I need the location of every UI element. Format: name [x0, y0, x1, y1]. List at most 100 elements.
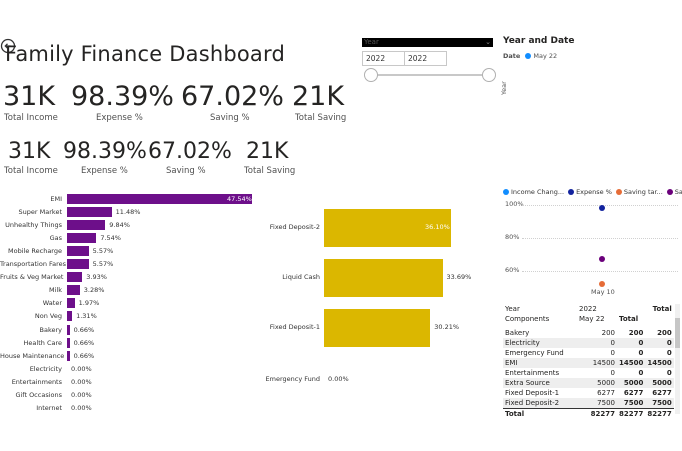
legend-item[interactable]: Saving %: [666, 188, 682, 196]
kpi-expense-value: 98.39%: [71, 81, 174, 112]
slicer-start-input[interactable]: 2022: [362, 51, 405, 66]
bar-value-label: 1.31%: [76, 312, 97, 321]
kpi-total-saving-value: 21K: [292, 81, 345, 112]
savings-value-label: 30.21%: [434, 323, 460, 331]
bar-value-label: 0.66%: [73, 351, 95, 360]
matrix-total-row: Total 82277 82277 82277: [503, 408, 674, 420]
matrix-scrollbar[interactable]: [675, 304, 680, 414]
year-slicer-label: Year: [364, 38, 379, 46]
expense-bar[interactable]: [67, 259, 89, 270]
bar-category-label: Non Veg: [34, 312, 62, 321]
bar-value-label: 0.66%: [73, 325, 95, 334]
cell: 6277: [623, 389, 644, 397]
cell: 14500: [617, 358, 646, 368]
legend-dot-icon: [615, 189, 622, 195]
matrix-header-subtotal: Total: [619, 315, 639, 323]
table-row: Electricity 0 0 0: [503, 338, 674, 348]
slicer-end-input[interactable]: 2022: [404, 51, 447, 66]
expense-bar[interactable]: [67, 298, 75, 309]
row-label: Fixed Deposit-1: [505, 389, 560, 397]
matrix-header-2022[interactable]: 2022: [571, 304, 617, 314]
expense-bar[interactable]: [67, 207, 112, 218]
bar-category-label: Internet: [36, 403, 62, 412]
kpi2-expense-value: 98.39%: [63, 139, 147, 164]
bar-value-label: 0.00%: [71, 377, 92, 386]
slicer-start-handle[interactable]: [364, 68, 378, 82]
cell: 0: [638, 369, 644, 377]
cell: 82277: [647, 410, 672, 418]
bar-category-label: Super Market: [18, 208, 62, 217]
kpi-saving-value: 67.02%: [181, 81, 284, 112]
data-point[interactable]: [599, 256, 605, 263]
bar-category-label: Bakery: [39, 325, 63, 334]
expense-bar[interactable]: [67, 285, 80, 296]
expense-bar[interactable]: [67, 246, 89, 257]
expense-bar[interactable]: [67, 311, 73, 322]
data-point[interactable]: [599, 204, 605, 211]
savings-category-label: Emergency Fund: [265, 375, 320, 383]
bar-value-label: 5.57%: [92, 260, 114, 269]
legend-dot-icon: [666, 189, 673, 195]
expense-bar[interactable]: [67, 220, 106, 231]
cell: 200: [657, 329, 672, 337]
savings-bar[interactable]: [324, 259, 443, 297]
expense-bar[interactable]: [67, 324, 70, 335]
cell: 5000: [617, 378, 646, 388]
slicer-slider-track[interactable]: [370, 74, 489, 76]
bar-category-label: Transportation Fares: [0, 260, 67, 269]
chevron-down-icon[interactable]: ⌄: [485, 38, 491, 47]
cell: 0: [666, 349, 672, 357]
matrix-header-row: Year 2022 Total: [503, 304, 674, 314]
matrix-header-may22[interactable]: May 22: [571, 314, 617, 324]
legend-item[interactable]: Income Chang...: [503, 188, 564, 196]
table-row: Fixed Deposit-1 6277 6277 6277: [503, 388, 674, 398]
expense-bar[interactable]: [67, 350, 70, 361]
cell: 6277: [597, 389, 615, 397]
kpi2-total-saving-value: 21K: [246, 139, 289, 164]
total-label: Total: [505, 410, 525, 418]
bar-category-label: Unhealthy Things: [5, 221, 62, 230]
bar-category-label: Mobile Recharge: [8, 247, 62, 256]
cell: 200: [628, 329, 644, 337]
savings-bar[interactable]: [324, 309, 431, 347]
savings-value-label: 0.00%: [328, 375, 349, 383]
expense-bar[interactable]: [67, 337, 70, 348]
bar-value-label: 9.84%: [109, 221, 130, 230]
savings-category-label: Fixed Deposit-1: [269, 323, 320, 331]
expense-bar[interactable]: [67, 272, 83, 283]
kpi2-total-saving-label: Total Saving: [244, 166, 296, 176]
cell: 7500: [645, 398, 674, 409]
expense-bar[interactable]: [67, 233, 97, 244]
table-row: Extra Source 5000 5000 5000: [503, 378, 674, 388]
savings-category-label: Fixed Deposit-2: [269, 223, 320, 231]
legend-dot-icon: [568, 189, 575, 195]
scrollbar-thumb[interactable]: [675, 318, 680, 348]
cell: 200: [601, 329, 615, 337]
bar-value-label: 0.66%: [73, 338, 95, 347]
year-date-legend-item[interactable]: May 22: [533, 52, 557, 60]
kpi2-saving-value: 67.02%: [148, 139, 232, 164]
year-slicer-header[interactable]: Year ⌄: [362, 38, 493, 47]
expense-bar[interactable]: [67, 194, 252, 204]
savings-category-label: Liquid Cash: [282, 273, 320, 281]
slicer-end-handle[interactable]: [482, 68, 496, 82]
data-point[interactable]: [599, 281, 605, 287]
table-row: Bakery 200 200 200: [503, 328, 674, 338]
legend-item[interactable]: Expense %: [568, 188, 612, 196]
gridline: [522, 238, 678, 239]
page-title: Family Finance Dashboard: [5, 42, 285, 66]
kpi2-expense-label: Expense %: [81, 166, 128, 176]
year-date-axis-label: Year: [500, 81, 508, 95]
row-label: Fixed Deposit-2: [503, 398, 571, 409]
row-label: Extra Source: [503, 378, 571, 388]
cell: 6277: [652, 389, 672, 397]
cell: 0: [571, 338, 617, 348]
matrix-header-total: Total: [652, 305, 672, 313]
y-axis-tick: 80%: [505, 233, 520, 241]
legend-item[interactable]: Saving tar...: [615, 188, 663, 196]
bar-value-label: 1.97%: [78, 299, 100, 308]
cell: 14500: [645, 358, 674, 368]
kpi-total-income-value: 31K: [3, 81, 56, 112]
bar-value-label: 5.57%: [92, 247, 114, 256]
matrix-header-components: Components: [505, 315, 550, 323]
